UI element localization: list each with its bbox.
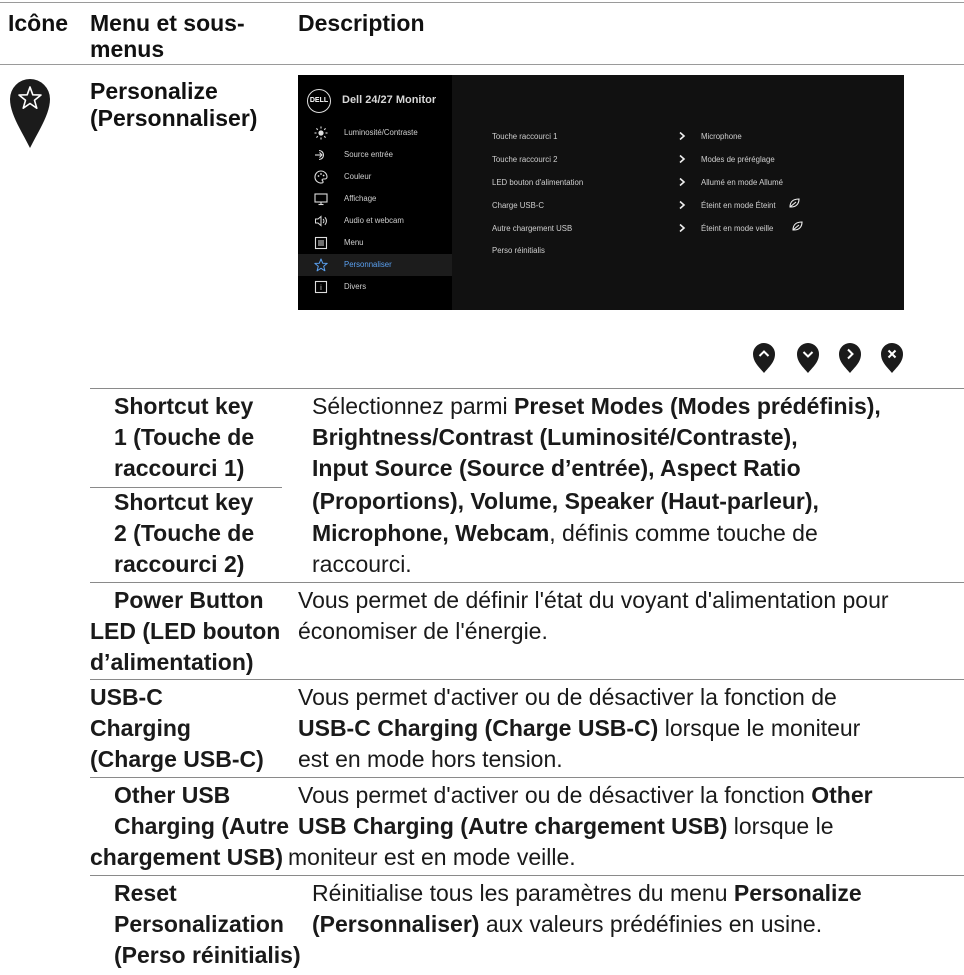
display-icon [314, 193, 328, 206]
other-usb-desc-line3: moniteur est en mode veille. [288, 844, 576, 870]
chevron-right-icon [679, 200, 686, 210]
osd-menu-screenshot: DELL Dell 24/27 Monitor Luminosité/Contr… [298, 75, 904, 310]
usbc-desc-line1: Vous permet d'activer ou de désactiver l… [298, 684, 837, 710]
close-icon[interactable] [880, 342, 904, 374]
osd-menu-label: Personnaliser [344, 260, 392, 269]
shortcut-key-2-label-line2: 2 (Touche de [114, 520, 255, 546]
dell-logo: DELL [307, 89, 331, 113]
power-led-label-line3: d’alimentation) [90, 649, 254, 675]
osd-setting-value: Éteint en mode veille [701, 224, 774, 233]
power-led-desc-line1: Vous permet de définir l'état du voyant … [298, 587, 889, 613]
other-usb-label-line1: Other USB [114, 782, 231, 808]
audio-icon [315, 215, 327, 227]
usbc-label-line2: Charging [90, 715, 191, 741]
header-rule [0, 64, 964, 65]
osd-menu-item-menu[interactable]: Menu [298, 232, 452, 254]
chevron-right-icon [679, 223, 686, 233]
row-separator [90, 679, 964, 680]
usbc-label-line1: USB-C [90, 684, 163, 710]
section-title-line1: Personalize [90, 78, 218, 104]
usbc-desc-line3: est en mode hors tension. [298, 746, 563, 772]
reset-desc-line1: Réinitialise tous les paramètres du menu… [312, 880, 862, 906]
osd-menu-label: Audio et webcam [344, 216, 404, 225]
shortcut-key-1-label-line3: raccourci 1) [114, 455, 245, 481]
reset-label-line2: Personalization [114, 911, 284, 937]
star-icon [314, 258, 328, 272]
svg-text:i: i [320, 284, 322, 292]
osd-setting-name[interactable]: Autre chargement USB [492, 224, 572, 233]
power-led-desc-line2: économiser de l'énergie. [298, 618, 548, 644]
osd-setting-value: Modes de préréglage [701, 155, 775, 164]
shortcut-desc-line2: Brightness/Contrast (Luminosité/Contrast… [312, 424, 798, 450]
osd-setting-name[interactable]: Perso réinitialis [492, 246, 545, 255]
header-menu-col-line2: menus [90, 36, 165, 62]
row-separator [90, 388, 964, 389]
down-icon[interactable] [796, 342, 820, 374]
chevron-right-icon [679, 131, 686, 141]
other-usb-label-line3: chargement USB) [90, 844, 283, 870]
other-usb-desc-line2: USB Charging (Autre chargement USB) lors… [298, 813, 834, 839]
osd-setting-value: Éteint en mode Éteint [701, 201, 776, 210]
star-icon [10, 79, 50, 148]
menu-icon [314, 236, 328, 250]
shortcut-key-1-label-line1: Shortcut key [114, 393, 254, 419]
usbc-desc-line2: USB-C Charging (Charge USB-C) lorsque le… [298, 715, 861, 741]
osd-setting-name[interactable]: LED bouton d'alimentation [492, 178, 583, 187]
shortcut-desc-line3: Input Source (Source d’entrée), Aspect R… [312, 455, 801, 481]
other-usb-desc-line1: Vous permet d'activer ou de désactiver l… [298, 782, 873, 808]
chevron-right-icon [679, 177, 686, 187]
shortcut-key-2-label-line1: Shortcut key [114, 489, 254, 515]
header-menu-col-line1: Menu et sous- [90, 10, 245, 36]
leaf-icon [789, 198, 800, 208]
osd-menu-label: Divers [344, 282, 367, 291]
right-icon[interactable] [838, 342, 862, 374]
color-icon [314, 170, 328, 184]
power-led-label-line2: LED (LED bouton [90, 618, 281, 644]
brightness-icon [314, 126, 328, 140]
osd-title: Dell 24/27 Monitor [342, 94, 437, 106]
osd-setting-name[interactable]: Touche raccourci 2 [492, 155, 557, 164]
osd-setting-name[interactable]: Touche raccourci 1 [492, 132, 557, 141]
osd-menu-item-brightness[interactable]: Luminosité/Contraste [298, 122, 452, 144]
osd-setting-value: Microphone [701, 132, 742, 141]
osd-menu-label: Affichage [344, 194, 377, 203]
others-icon: i [314, 280, 328, 294]
row-separator [90, 582, 964, 583]
row-separator [90, 875, 964, 876]
shortcut-key-1-label-line2: 1 (Touche de [114, 424, 255, 450]
osd-sidebar: DELL Dell 24/27 Monitor Luminosité/Contr… [298, 75, 452, 310]
usbc-label-line3: (Charge USB-C) [90, 746, 264, 772]
other-usb-label-line2: Charging (Autre [114, 813, 290, 839]
row-separator [90, 777, 964, 778]
shortcut-desc-line5: Microphone, Webcam, définis comme touche… [312, 520, 818, 546]
osd-menu-label: Luminosité/Contraste [344, 128, 418, 137]
osd-menu-item-input-source[interactable]: Source entrée [298, 144, 452, 166]
reset-desc-line2: (Personnaliser) aux valeurs prédéfinies … [312, 911, 823, 937]
section-title-line2: (Personnaliser) [90, 105, 258, 131]
input-source-icon [315, 149, 325, 161]
osd-menu-item-audio[interactable]: Audio et webcam [298, 210, 452, 232]
top-rule [0, 2, 964, 3]
shortcut-desc-line4: (Proportions), Volume, Speaker (Haut-par… [312, 488, 819, 514]
osd-menu-label: Menu [344, 238, 364, 247]
osd-menu-label: Couleur [344, 172, 372, 181]
osd-menu-label: Source entrée [344, 150, 393, 159]
header-icon-col: Icône [8, 10, 69, 36]
reset-label-line1: Reset [114, 880, 177, 906]
header-desc-col: Description [298, 10, 425, 36]
shortcut-desc-line1: Sélectionnez parmi Preset Modes (Modes p… [312, 393, 881, 419]
osd-menu-item-display[interactable]: Affichage [298, 188, 452, 210]
up-icon[interactable] [752, 342, 776, 374]
power-led-label-line1: Power Button [114, 587, 264, 613]
osd-menu-item-color[interactable]: Couleur [298, 166, 452, 188]
shortcut-key-2-label-line3: raccourci 2) [114, 551, 245, 577]
shortcut-desc-line6: raccourci. [312, 551, 412, 577]
osd-setting-value: Allumé en mode Allumé [701, 178, 783, 187]
reset-label-line3: (Perso réinitialis) [114, 942, 301, 968]
leaf-icon [792, 221, 803, 231]
chevron-right-icon [679, 154, 686, 164]
osd-setting-name[interactable]: Charge USB-C [492, 201, 544, 210]
osd-menu-item-others[interactable]: i Divers [298, 276, 452, 298]
osd-menu-item-personalize[interactable]: Personnaliser [298, 254, 452, 276]
